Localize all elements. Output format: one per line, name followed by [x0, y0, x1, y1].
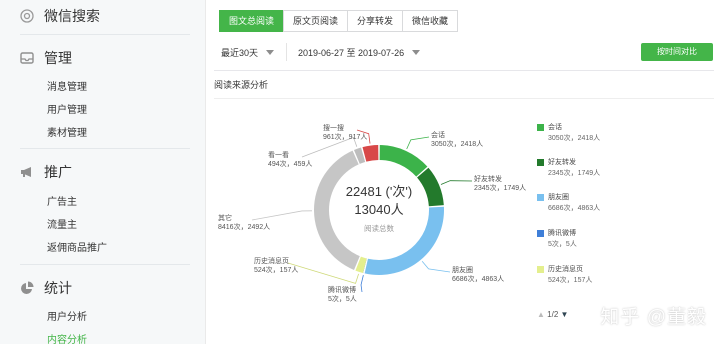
slice-label-4: 历史消息页 524次，157人 — [254, 257, 298, 275]
slice-label-value: 961次，917人 — [323, 134, 368, 141]
legend-pager[interactable]: ▲ 1/2 ▼ — [537, 310, 568, 319]
leader-line-3 — [360, 275, 364, 293]
legend-name: 好友转发 — [548, 159, 576, 166]
donut-slice-1[interactable] — [417, 167, 444, 207]
slice-label-value: 2345次，1749人 — [474, 185, 527, 192]
legend-value: 3050次，2418人 — [548, 135, 601, 142]
sidebar-section-label: 管理 — [44, 50, 72, 66]
slice-label-value: 494次，459人 — [268, 161, 313, 168]
sidebar-item-users[interactable]: 用户管理 — [47, 101, 87, 116]
slice-label-value: 524次，157人 — [254, 267, 299, 274]
inbox-icon — [20, 51, 34, 65]
donut-slice-7[interactable] — [362, 145, 379, 162]
slice-label-name: 会话 — [431, 132, 445, 139]
legend-name: 会话 — [548, 124, 562, 131]
legend-name: 腾讯微博 — [548, 230, 576, 237]
slice-label-value: 5次，5人 — [328, 296, 357, 303]
slice-label-name: 好友转发 — [474, 176, 502, 183]
slice-label-value: 3050次，2418人 — [431, 141, 484, 148]
slice-label-0: 会话 3050次，2418人 — [431, 131, 483, 149]
sidebar-divider — [20, 34, 190, 35]
slice-label-5: 其它 8416次，2492人 — [218, 214, 270, 232]
sidebar-item-materials[interactable]: 素材管理 — [47, 124, 87, 139]
slice-label-6: 看一看 494次，459人 — [268, 151, 312, 169]
slice-label-name: 其它 — [218, 215, 232, 222]
sidebar: 微信搜索 管理 消息管理 用户管理 素材管理 推广 广告主 流量主 返佣商品推广… — [0, 0, 205, 346]
legend-name: 朋友圈 — [548, 194, 569, 201]
slice-label-name: 腾讯微博 — [328, 287, 356, 294]
sidebar-item-rebate-products[interactable]: 返佣商品推广 — [47, 239, 107, 254]
legend-swatch — [537, 194, 544, 201]
legend-value: 5次，5人 — [548, 241, 577, 248]
main-content: 图文总阅读 原文页阅读 分享转发 微信收藏 最近30天 2019-06-27 至… — [205, 0, 720, 344]
legend-value: 6686次，4863人 — [548, 205, 601, 212]
slice-label-7: 搜一搜 961次，917人 — [323, 124, 367, 142]
legend-swatch — [537, 266, 544, 273]
search-icon — [20, 9, 34, 23]
center-total-users: 13040人 — [354, 202, 403, 217]
pager-value: 1/2 — [547, 310, 559, 319]
legend-swatch — [537, 230, 544, 237]
donut-chart: 22481 ('次') 13040人 阅读总数 — [251, 129, 473, 293]
donut-slice-0[interactable] — [379, 145, 428, 177]
leader-line-1 — [440, 180, 473, 185]
slice-label-3: 腾讯微博 5次，5人 — [328, 286, 357, 304]
leader-line-2 — [421, 261, 451, 273]
megaphone-icon — [20, 165, 34, 179]
page-up-icon[interactable]: ▲ — [537, 310, 545, 319]
legend-swatch — [537, 124, 544, 131]
slice-label-1: 好友转发 2345次，1749人 — [474, 175, 526, 193]
leader-line-0 — [406, 136, 430, 150]
slice-label-name: 历史消息页 — [254, 258, 289, 265]
sidebar-section-label: 统计 — [44, 280, 72, 296]
sidebar-section-promotion[interactable]: 推广 — [20, 162, 72, 182]
sidebar-section-label: 推广 — [44, 164, 72, 180]
sidebar-section-label: 微信搜索 — [44, 8, 100, 24]
sidebar-section-statistics[interactable]: 统计 — [20, 278, 72, 298]
legend-value: 2345次，1749人 — [548, 170, 601, 177]
sidebar-divider — [20, 148, 190, 149]
sidebar-item-user-analysis[interactable]: 用户分析 — [47, 308, 87, 323]
sidebar-section-manage[interactable]: 管理 — [20, 48, 72, 68]
donut-slice-5[interactable] — [314, 150, 360, 271]
center-caption: 阅读总数 — [364, 223, 394, 233]
sidebar-section-search[interactable]: 微信搜索 — [20, 6, 100, 26]
legend-swatch — [537, 159, 544, 166]
slice-label-value: 8416次，2492人 — [218, 224, 271, 231]
sidebar-item-advertiser[interactable]: 广告主 — [47, 193, 77, 208]
slice-label-2: 朋友圈 6686次，4863人 — [452, 266, 504, 284]
slice-label-name: 看一看 — [268, 152, 289, 159]
sidebar-divider — [20, 264, 190, 265]
pie-chart-icon — [20, 281, 34, 295]
slice-label-name: 搜一搜 — [323, 125, 344, 132]
sidebar-item-publisher[interactable]: 流量主 — [47, 216, 77, 231]
slice-label-name: 朋友圈 — [452, 267, 473, 274]
sidebar-item-messages[interactable]: 消息管理 — [47, 78, 87, 93]
legend-name: 历史消息页 — [548, 266, 583, 273]
watermark: 知乎 @董毅 — [600, 307, 707, 328]
page-down-icon[interactable]: ▼ — [561, 310, 569, 319]
center-total-reads: 22481 ('次') — [346, 184, 412, 199]
slice-label-value: 6686次，4863人 — [452, 276, 505, 283]
legend-value: 524次，157人 — [548, 277, 593, 284]
